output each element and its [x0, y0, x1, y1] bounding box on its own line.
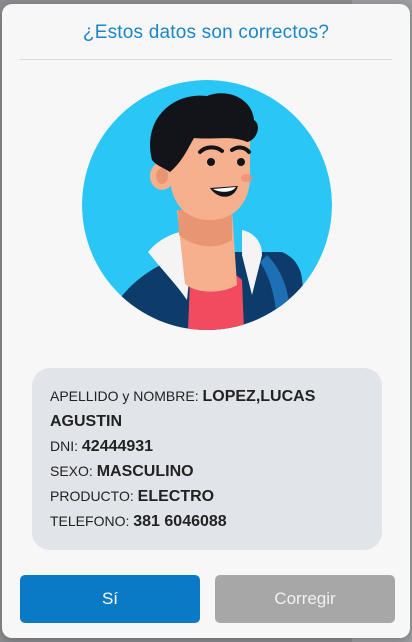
producto-label: PRODUCTO: — [50, 488, 134, 504]
apellido-label: APELLIDO y NOMBRE: — [50, 388, 199, 404]
sexo-label: SEXO: — [50, 463, 93, 479]
telefono-label: TELEFONO: — [50, 513, 130, 529]
correct-button[interactable]: Corregir — [215, 575, 395, 623]
personal-data-card: APELLIDO y NOMBRE: LOPEZ,LUCAS AGUSTIN D… — [32, 368, 382, 550]
info-row-apellido-cont: AGUSTIN — [50, 409, 364, 434]
apellido-value-cont: AGUSTIN — [50, 413, 122, 430]
dialog-header: ¿Estos datos son correctos? — [2, 4, 410, 60]
confirm-yes-button[interactable]: Sí — [20, 575, 200, 623]
info-row-dni: DNI: 42444931 — [50, 434, 364, 459]
confirm-dialog: ¿Estos datos son correctos? APELLIDO y N… — [2, 4, 410, 638]
info-row-producto: PRODUCTO: ELECTRO — [50, 484, 364, 509]
info-row-telefono: TELEFONO: 381 6046088 — [50, 509, 364, 534]
sexo-value: MASCULINO — [96, 463, 194, 480]
dni-label: DNI: — [50, 438, 78, 454]
telefono-value: 381 6046088 — [133, 513, 227, 530]
info-row-apellido: APELLIDO y NOMBRE: LOPEZ,LUCAS — [50, 384, 364, 409]
dni-value: 42444931 — [81, 438, 154, 455]
producto-value: ELECTRO — [137, 488, 215, 505]
user-avatar-icon — [82, 80, 332, 330]
header-divider — [20, 59, 392, 60]
dialog-title: ¿Estos datos son correctos? — [82, 22, 330, 43]
info-row-sexo: SEXO: MASCULINO — [50, 459, 364, 484]
apellido-value: LOPEZ,LUCAS — [202, 388, 316, 405]
